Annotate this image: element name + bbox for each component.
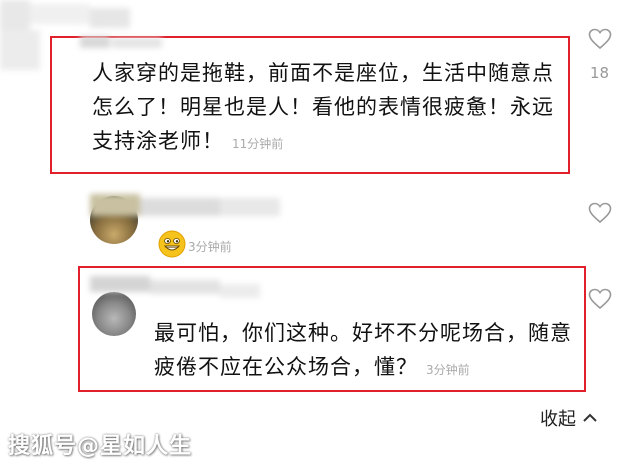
comment-timestamp: 11分钟前 [232,137,284,151]
comment-timestamp: 3分钟前 [188,240,232,254]
collapse-label: 收起 [540,409,576,430]
heart-icon [588,28,612,50]
comment-3-text: 最可怕，你们这种。好坏不分呢场合，随意疲倦不应在公众场合，懂？ 3分钟前 [154,316,574,387]
like-button[interactable] [588,28,612,50]
blurred-header-remnant [0,0,210,70]
like-button[interactable] [588,202,612,224]
comment-timestamp: 3分钟前 [426,363,470,377]
heart-icon [588,288,612,310]
grinning-emoji-icon [158,230,186,262]
like-count: 18 [590,64,610,82]
chevron-up-icon [583,413,597,422]
comment-1-text: 人家穿的是拖鞋，前面不是座位，生活中随意点怎么了！明星也是人！看他的表情很疲惫！… [92,56,554,161]
blurred-username [90,276,270,310]
comment-body: 最可怕，你们这种。好坏不分呢场合，随意疲倦不应在公众场合，懂？ [154,321,572,379]
blurred-username [80,36,180,50]
like-button[interactable] [588,288,612,310]
collapse-button[interactable]: 收起 [540,405,598,431]
blurred-username [90,194,290,220]
comment-body: 人家穿的是拖鞋，前面不是座位，生活中随意点怎么了！明星也是人！看他的表情很疲惫！… [92,61,554,153]
watermark: 搜狐号@星如人生 [8,434,193,459]
heart-icon [588,202,612,224]
